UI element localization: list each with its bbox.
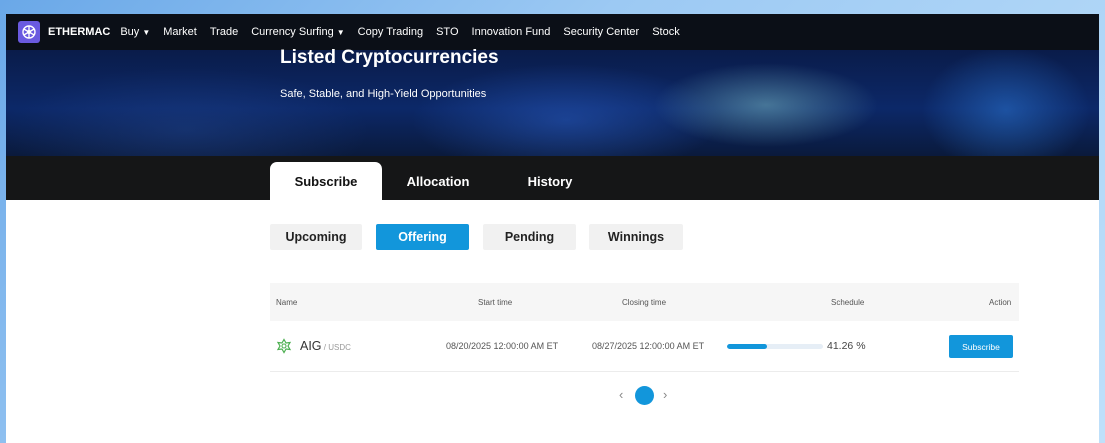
coin-quote: / USDC: [321, 343, 351, 352]
coin-icon: [276, 338, 292, 354]
subscribe-button[interactable]: Subscribe: [949, 335, 1013, 358]
nav-item-sto[interactable]: STO: [436, 26, 458, 38]
brand-name[interactable]: ETHERMAC: [48, 26, 110, 38]
tab-allocation[interactable]: Allocation: [392, 162, 484, 200]
filter-offering[interactable]: Offering: [376, 224, 469, 250]
progress-percent: 41.26 %: [827, 340, 866, 352]
coin-symbol: AIG / USDC: [300, 339, 351, 353]
nav-item-copy-trading[interactable]: Copy Trading: [358, 26, 423, 38]
chevron-down-icon: ▼: [142, 28, 151, 37]
coin-code: AIG: [300, 339, 322, 353]
start-time: 08/20/2025 12:00:00 AM ET: [446, 341, 559, 351]
banner-title: Listed Cryptocurrencies: [280, 47, 499, 68]
filter-upcoming[interactable]: Upcoming: [270, 224, 362, 250]
top-nav: ETHERMAC Buy ▼ Market Trade Currency Surf…: [6, 14, 1099, 50]
column-header-closing-time: Closing time: [622, 298, 667, 307]
ethermac-logo-icon[interactable]: [18, 21, 40, 43]
table-row: AIG / USDC 08/20/2025 12:00:00 AM ET 08/…: [270, 321, 1019, 372]
pagination-next-icon[interactable]: ›: [663, 387, 667, 402]
column-header-name: Name: [276, 298, 298, 307]
tab-bar: Subscribe Allocation History: [6, 156, 1099, 200]
filter-winnings[interactable]: Winnings: [589, 224, 683, 250]
nav-item-label: Currency Surfing: [251, 26, 334, 38]
nav-item-currency-surfing[interactable]: Currency Surfing ▼: [251, 26, 344, 38]
tab-history[interactable]: History: [512, 162, 588, 200]
table-header: Name Start time Closing time Schedule Ac…: [270, 283, 1019, 321]
hero-banner: Listed Cryptocurrencies Safe, Stable, an…: [6, 47, 1099, 156]
column-header-action: Action: [989, 298, 1012, 307]
closing-time: 08/27/2025 12:00:00 AM ET: [592, 341, 705, 351]
tab-subscribe[interactable]: Subscribe: [270, 162, 382, 200]
filter-pending[interactable]: Pending: [483, 224, 576, 250]
pagination-prev-icon[interactable]: ‹: [619, 387, 623, 402]
progress-bar: [727, 344, 823, 349]
banner-subtitle: Safe, Stable, and High-Yield Opportuniti…: [280, 88, 487, 100]
column-header-start-time: Start time: [478, 298, 513, 307]
nav-item-trade[interactable]: Trade: [210, 26, 238, 38]
pagination-current-page[interactable]: [635, 386, 654, 405]
chevron-down-icon: ▼: [336, 28, 345, 37]
nav-item-security-center[interactable]: Security Center: [563, 26, 639, 38]
nav-item-buy[interactable]: Buy ▼: [120, 26, 150, 38]
progress-bar-fill: [727, 344, 767, 349]
nav-item-market[interactable]: Market: [163, 26, 197, 38]
app-frame: ETHERMAC Buy ▼ Market Trade Currency Surf…: [6, 14, 1099, 443]
column-header-schedule: Schedule: [831, 298, 865, 307]
nav-item-innovation-fund[interactable]: Innovation Fund: [472, 26, 551, 38]
nav-item-stock[interactable]: Stock: [652, 26, 680, 38]
nav-item-label: Buy: [120, 26, 140, 38]
